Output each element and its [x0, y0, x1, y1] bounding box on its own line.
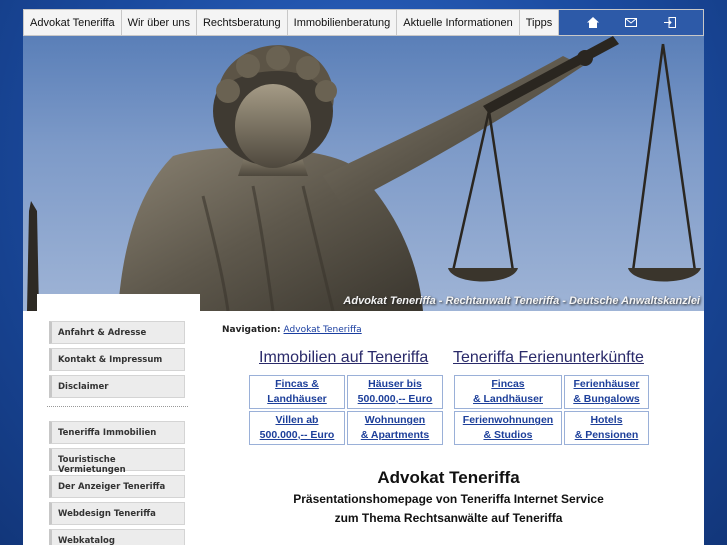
- link-ferienhaeuser[interactable]: Ferienhäuser & Bungalows: [564, 375, 649, 409]
- nav-icon-bar: [559, 10, 703, 35]
- nav-wir-ueber-uns[interactable]: Wir über uns: [122, 10, 197, 35]
- home-icon[interactable]: [586, 17, 599, 28]
- sidebar-item-webkatalog[interactable]: Webkatalog: [49, 529, 185, 545]
- sidebar-item-anzeiger[interactable]: Der Anzeiger Teneriffa: [49, 475, 185, 498]
- link-ferien-fincas[interactable]: Fincas & Landhäuser: [454, 375, 562, 409]
- content-area: Anfahrt & Adresse Kontakt & Impressum Di…: [23, 311, 704, 545]
- sidebar-item-touristische-vermietungen[interactable]: Touristische Vermietungen: [49, 448, 185, 475]
- nav-aktuelle-informationen[interactable]: Aktuelle Informationen: [397, 10, 520, 35]
- breadcrumb: Navigation: Advokat Teneriffa: [222, 325, 362, 335]
- nav-tipps[interactable]: Tipps: [520, 10, 560, 35]
- immobilien-heading[interactable]: Immobilien auf Teneriffa: [259, 349, 428, 367]
- link-wohnungen[interactable]: Wohnungen & Apartments: [347, 411, 443, 445]
- nav-rechtsberatung[interactable]: Rechtsberatung: [197, 10, 288, 35]
- sidebar-item-disclaimer[interactable]: Disclaimer: [49, 375, 185, 398]
- sidebar-item-webdesign[interactable]: Webdesign Teneriffa: [49, 502, 185, 525]
- breadcrumb-prefix: Navigation:: [222, 325, 281, 335]
- top-navigation: Advokat Teneriffa Wir über uns Rechtsber…: [23, 9, 704, 36]
- justitia-statue-image: [27, 36, 701, 311]
- nav-advokat-teneriffa[interactable]: Advokat Teneriffa: [24, 10, 122, 35]
- mail-icon[interactable]: [625, 18, 638, 27]
- hero-caption: Advokat Teneriffa - Rechtanwalt Teneriff…: [343, 295, 700, 307]
- page-subtitle-2: zum Thema Rechtsanwälte auf Teneriffa: [334, 511, 563, 525]
- hero-banner: Advokat Teneriffa - Rechtanwalt Teneriff…: [23, 36, 704, 311]
- ferien-heading[interactable]: Teneriffa Ferienunterkünfte: [453, 349, 644, 367]
- breadcrumb-link[interactable]: Advokat Teneriffa: [284, 325, 362, 335]
- sidebar-divider: [47, 406, 188, 407]
- immobilien-grid: Fincas & Landhäuser Häuser bis 500.000,-…: [249, 375, 443, 445]
- page-subtitle-1: Präsentationshomepage von Teneriffa Inte…: [293, 492, 604, 506]
- link-fincas-landhaeuser[interactable]: Fincas & Landhäuser: [249, 375, 345, 409]
- sidebar: Anfahrt & Adresse Kontakt & Impressum Di…: [37, 321, 188, 545]
- sidebar-item-teneriffa-immobilien[interactable]: Teneriffa Immobilien: [49, 421, 185, 444]
- link-hotels[interactable]: Hotels & Pensionen: [564, 411, 649, 445]
- link-ferienwohnungen[interactable]: Ferienwohnungen & Studios: [454, 411, 562, 445]
- ferien-grid: Fincas & Landhäuser Ferienhäuser & Bunga…: [454, 375, 649, 445]
- page-title: Advokat Teneriffa: [377, 468, 520, 487]
- nav-immobilienberatung[interactable]: Immobilienberatung: [288, 10, 398, 35]
- link-villen-ab[interactable]: Villen ab 500.000,-- Euro: [249, 411, 345, 445]
- link-haeuser-bis[interactable]: Häuser bis 500.000,-- Euro: [347, 375, 443, 409]
- sidebar-item-anfahrt[interactable]: Anfahrt & Adresse: [49, 321, 185, 344]
- sidebar-item-kontakt[interactable]: Kontakt & Impressum: [49, 348, 185, 371]
- login-icon[interactable]: [663, 17, 676, 28]
